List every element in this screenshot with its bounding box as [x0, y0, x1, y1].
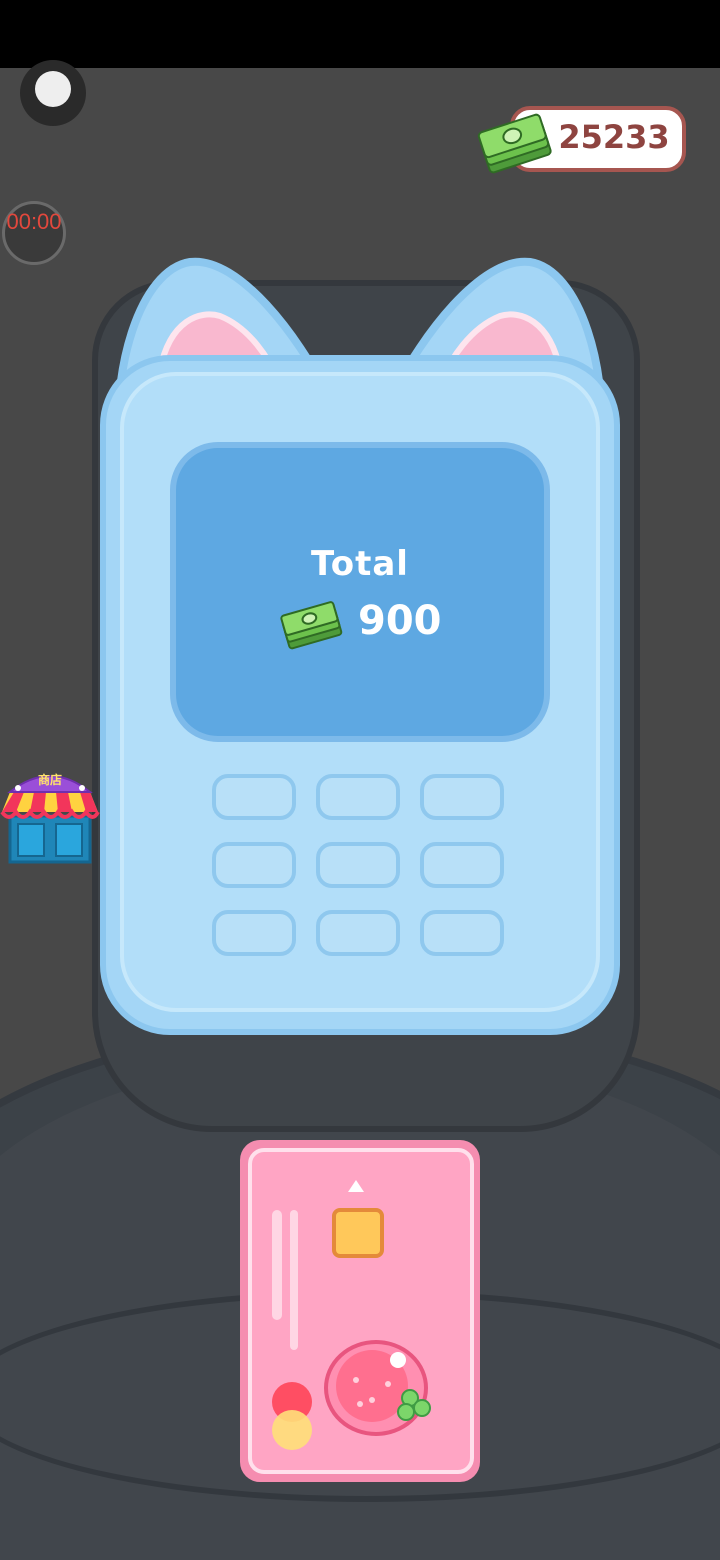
- card-chip-icon: [332, 1208, 384, 1258]
- keypad-key[interactable]: [316, 774, 400, 820]
- money-value: 25233: [558, 118, 670, 156]
- keypad-key[interactable]: [420, 910, 504, 956]
- keypad-key[interactable]: [420, 774, 504, 820]
- status-bar-fill: [0, 0, 720, 68]
- keypad-key[interactable]: [316, 910, 400, 956]
- cash-stack-icon: [477, 113, 552, 174]
- record-button[interactable]: [20, 60, 86, 126]
- cash-stack-icon: [280, 601, 343, 650]
- total-amount: 900: [358, 598, 442, 644]
- keypad-key[interactable]: [420, 842, 504, 888]
- keypad-key[interactable]: [212, 910, 296, 956]
- keypad-key[interactable]: [212, 774, 296, 820]
- keypad-key[interactable]: [316, 842, 400, 888]
- total-amount-row: 900: [280, 598, 480, 650]
- card-arrow-icon: [348, 1180, 364, 1192]
- timer: 00:00: [2, 201, 66, 265]
- shop-sign-label: 商店: [37, 773, 62, 787]
- strawberry-icon: [324, 1340, 431, 1436]
- terminal-screen: [170, 442, 550, 742]
- record-icon: [35, 71, 71, 107]
- shop-button[interactable]: 商店: [0, 762, 100, 866]
- keypad-key[interactable]: [212, 842, 296, 888]
- total-label: Total: [311, 544, 409, 584]
- credit-card-art: [272, 1180, 431, 1450]
- game-scene: 00:00 25233 Total 900 商店: [0, 0, 720, 1560]
